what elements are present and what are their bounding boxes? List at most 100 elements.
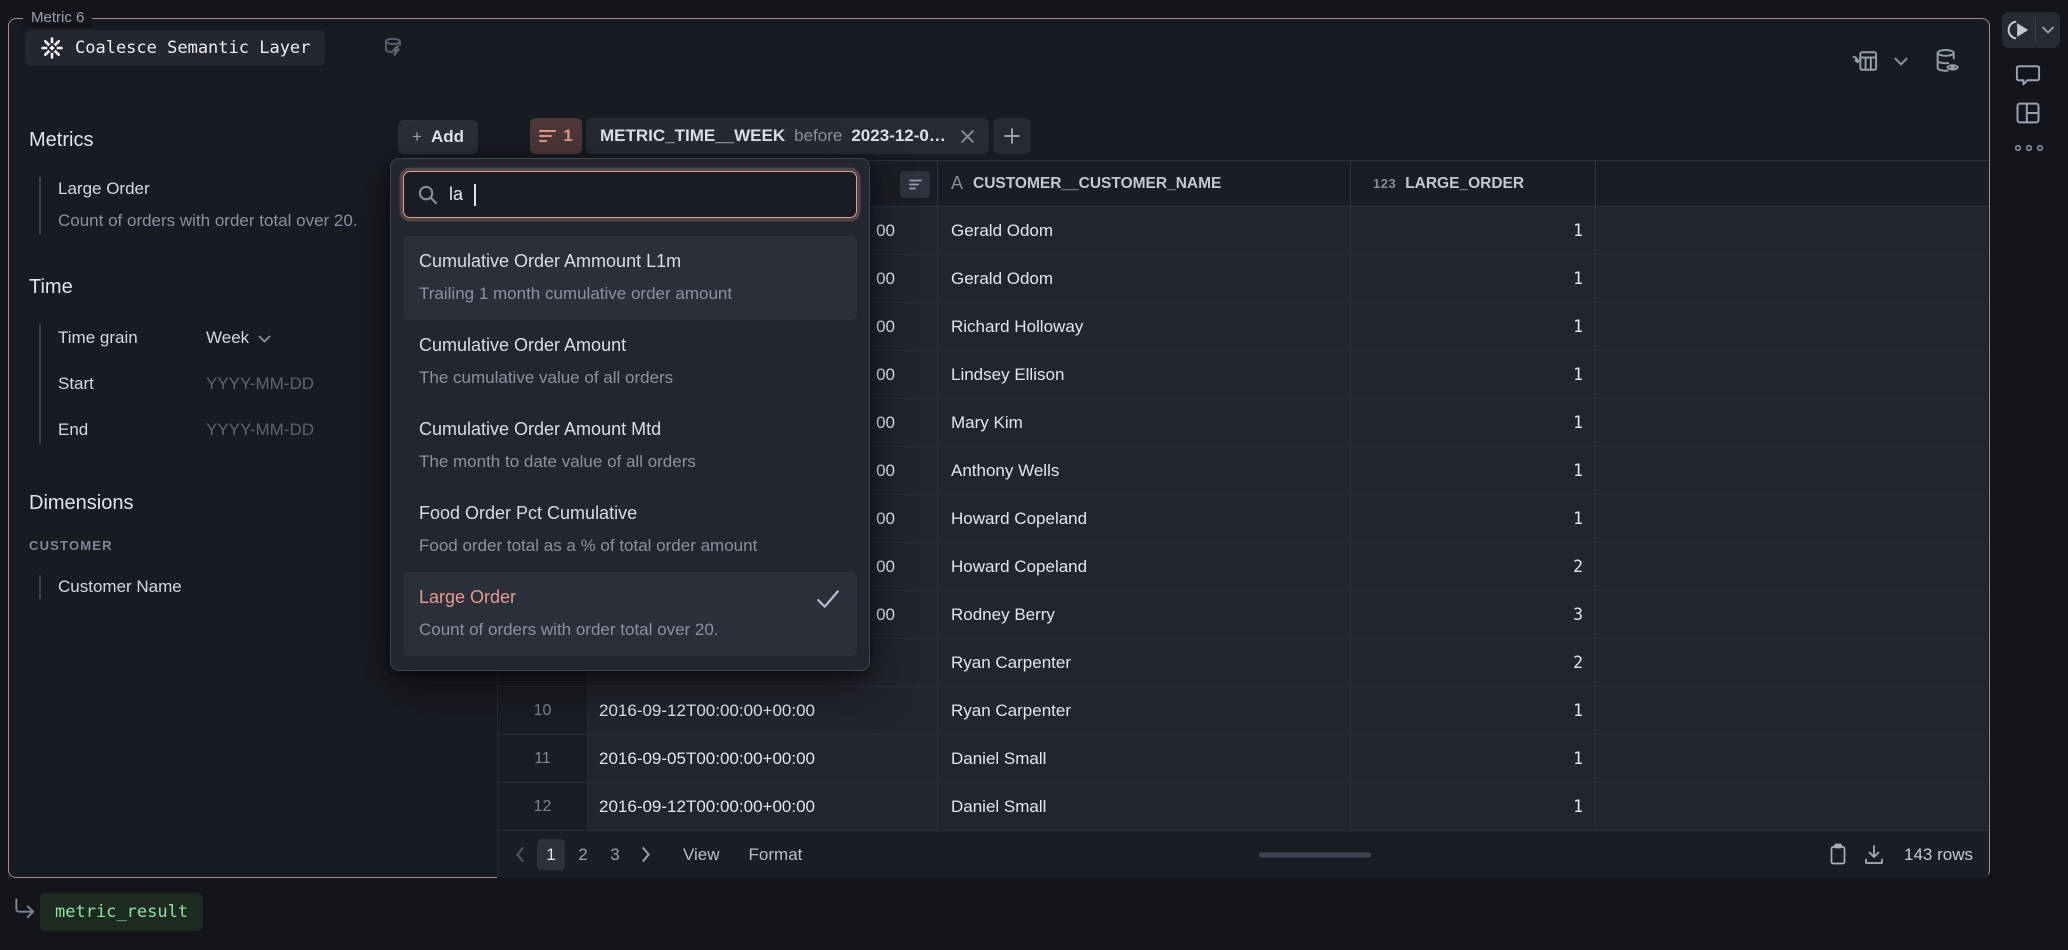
customer-name-cell: Howard Copeland — [938, 543, 1351, 590]
row-number-cell: 12 — [498, 783, 588, 830]
table-row[interactable]: 10 2016-09-12T00:00:00+00:00 Ryan Carpen… — [498, 687, 1988, 735]
table-row[interactable]: 12 2016-09-12T00:00:00+00:00 Daniel Smal… — [498, 783, 1988, 831]
filter-icon — [539, 129, 556, 143]
clipped-date-fragment: 00 — [876, 605, 895, 625]
view-source-data-icon[interactable] — [1933, 47, 1963, 75]
filter-field: METRIC_TIME__WEEK — [600, 126, 785, 146]
customer-name-cell: Lindsey Ellison — [938, 351, 1351, 398]
text-cursor — [474, 184, 476, 206]
next-page-icon[interactable] — [636, 847, 656, 862]
time-grain-select[interactable]: Week — [206, 326, 271, 350]
previous-page-icon[interactable] — [510, 847, 530, 862]
view-menu-button[interactable]: View — [683, 845, 720, 865]
source-chip-label: Coalesce Semantic Layer — [75, 38, 310, 58]
metric-option-description: Food order total as a % of total order a… — [419, 530, 841, 561]
filler-cell — [1596, 543, 1988, 590]
filter-chip[interactable]: METRIC_TIME__WEEK before 2023-12-0… — [586, 118, 989, 154]
row-count-label: 143 rows — [1904, 845, 1973, 865]
search-query-text: la — [449, 184, 463, 205]
result-variable-chip[interactable]: metric_result — [40, 893, 203, 931]
customer-name-cell: Howard Copeland — [938, 495, 1351, 542]
metric-title: Large Order — [58, 177, 414, 201]
start-date-input[interactable]: YYYY-MM-DD — [206, 372, 314, 396]
metric-option[interactable]: Cumulative Order Ammount L1m Trailing 1 … — [403, 236, 857, 320]
metric-option-title: Cumulative Order Amount — [419, 329, 841, 362]
metric-option[interactable]: Food Order Pct Cumulative Food order tot… — [403, 488, 857, 572]
filter-count-badge[interactable]: 1 — [530, 118, 582, 154]
end-date-input[interactable]: YYYY-MM-DD — [206, 418, 314, 442]
page-number-button[interactable]: 1 — [537, 839, 565, 870]
clipped-date-fragment: 00 — [876, 317, 895, 337]
large-order-value-cell: 1 — [1351, 687, 1596, 734]
customer-name-cell: Rodney Berry — [938, 591, 1351, 638]
string-type-icon: A — [951, 173, 963, 194]
run-options-chevron-icon[interactable] — [2036, 26, 2060, 34]
time-settings-group: Time grain Week Start YYYY-MM-DD End YYY… — [39, 324, 414, 444]
customer-name-cell: Richard Holloway — [938, 303, 1351, 350]
add-metric-button[interactable]: + Add — [398, 120, 478, 154]
page-number-button[interactable]: 2 — [569, 839, 597, 870]
customer-name-cell: Gerald Odom — [938, 255, 1351, 302]
clipped-date-fragment: 00 — [876, 461, 895, 481]
large-order-value-cell: 1 — [1351, 783, 1596, 830]
semantic-layer-source-chip[interactable]: Coalesce Semantic Layer — [25, 30, 325, 66]
page-number-button[interactable]: 3 — [601, 839, 629, 870]
footer-action-icons — [1828, 843, 1885, 867]
return-arrow-icon — [12, 896, 38, 922]
large-order-value-cell: 1 — [1351, 399, 1596, 446]
copy-to-clipboard-icon[interactable] — [1828, 843, 1848, 867]
dimension-item-customer-name[interactable]: Customer Name — [39, 575, 414, 599]
clipped-date-fragment: 00 — [876, 365, 895, 385]
metric-option[interactable]: Large Order Count of orders with order t… — [403, 572, 857, 656]
column-filter-button[interactable] — [900, 171, 930, 198]
metric-option-title: Cumulative Order Amount Mtd — [419, 413, 841, 446]
comment-icon[interactable] — [2014, 62, 2042, 88]
clipped-date-fragment: 00 — [876, 221, 895, 241]
large-order-column-header[interactable]: 123 LARGE_ORDER — [1351, 161, 1596, 206]
filler-cell — [1596, 351, 1988, 398]
run-cell-button-group — [2002, 12, 2060, 48]
add-filter-button[interactable] — [993, 118, 1031, 154]
customer-name-cell: Ryan Carpenter — [938, 639, 1351, 686]
open-as-table-icon[interactable] — [1851, 47, 1879, 75]
metric-description: Count of orders with order total over 20… — [58, 208, 414, 234]
coalesce-icon — [40, 36, 64, 60]
filler-cell — [1596, 207, 1988, 254]
format-menu-button[interactable]: Format — [749, 845, 803, 865]
footer-spacer — [809, 831, 1821, 878]
customer-name-cell: Daniel Small — [938, 783, 1351, 830]
more-options-icon[interactable] — [2013, 143, 2045, 153]
large-order-value-cell: 2 — [1351, 639, 1596, 686]
clipped-date-fragment: 00 — [876, 269, 895, 289]
customer-name-column-header[interactable]: A CUSTOMER__CUSTOMER_NAME — [938, 161, 1351, 206]
metric-search-input[interactable]: la — [403, 171, 857, 218]
large-order-value-cell: 1 — [1351, 447, 1596, 494]
remove-filter-icon[interactable] — [960, 129, 975, 144]
date-cell: 2016-09-12T00:00:00+00:00 — [588, 687, 938, 734]
customer-name-cell: Mary Kim — [938, 399, 1351, 446]
filler-column-header — [1596, 161, 1988, 206]
time-grain-row: Time grain Week — [58, 326, 414, 350]
filler-cell — [1596, 303, 1988, 350]
end-label: End — [58, 418, 206, 442]
download-icon[interactable] — [1863, 843, 1885, 867]
metrics-heading: Metrics — [29, 127, 414, 153]
edit-source-database-icon[interactable] — [381, 36, 407, 62]
time-heading: Time — [29, 274, 414, 300]
table-row[interactable]: 11 2016-09-05T00:00:00+00:00 Daniel Smal… — [498, 735, 1988, 783]
row-number-cell: 11 — [498, 735, 588, 782]
filler-cell — [1596, 255, 1988, 302]
end-date-row: End YYYY-MM-DD — [58, 418, 414, 442]
page-numbers: 1 2 3 — [537, 839, 629, 870]
metric-option-title: Cumulative Order Ammount L1m — [419, 245, 841, 278]
run-cell-icon[interactable] — [2002, 19, 2035, 41]
filler-cell — [1596, 783, 1988, 830]
metric-option[interactable]: Cumulative Order Amount Mtd The month to… — [403, 404, 857, 488]
table-options-chevron-icon[interactable] — [1894, 57, 1908, 66]
metric-option[interactable]: Cumulative Order Amount The cumulative v… — [403, 320, 857, 404]
large-order-value-cell: 1 — [1351, 351, 1596, 398]
selected-metric-item[interactable]: Large Order Count of orders with order t… — [39, 177, 414, 234]
layout-panels-icon[interactable] — [2014, 100, 2042, 126]
horizontal-scrollbar-thumb[interactable] — [1259, 852, 1371, 857]
check-icon — [816, 589, 840, 609]
